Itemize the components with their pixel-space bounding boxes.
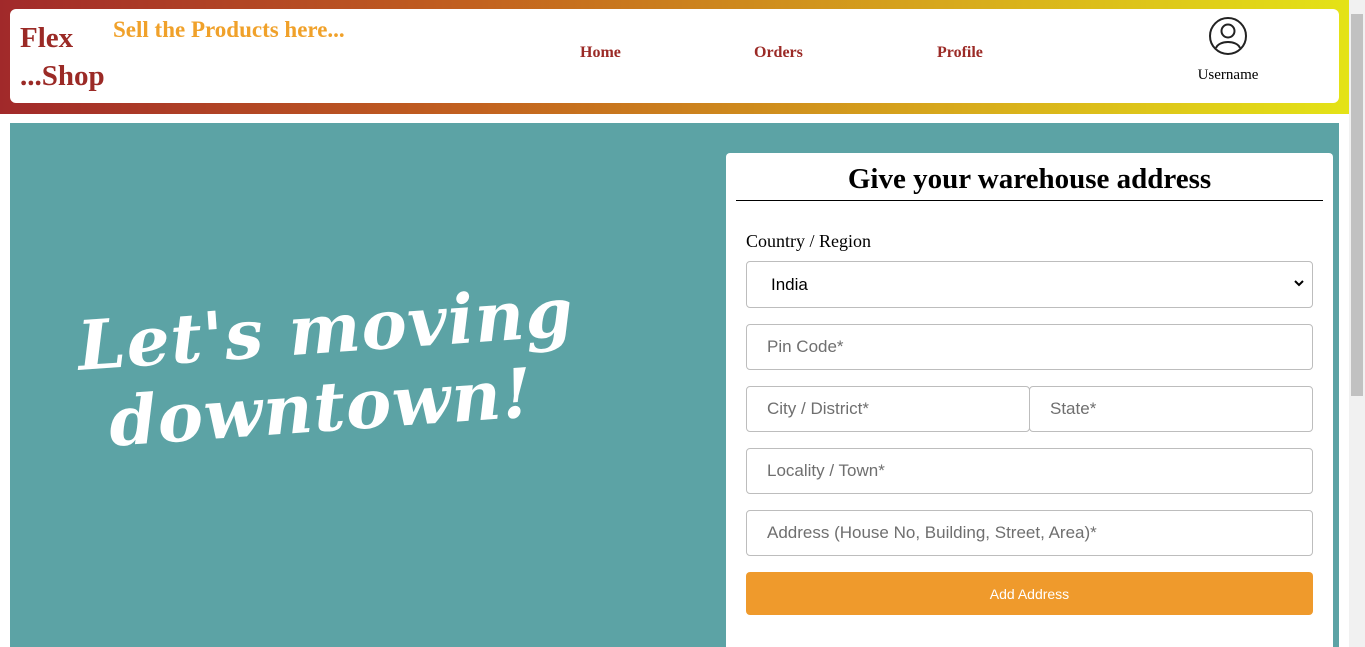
pin-code-input[interactable]: [746, 324, 1313, 370]
brand-logo[interactable]: Flex ...Shop: [20, 19, 105, 95]
address-form-card: Give your warehouse address Country / Re…: [726, 153, 1333, 647]
scrollbar-thumb[interactable]: [1351, 14, 1363, 396]
header-gradient-frame: Flex ...Shop Sell the Products here... H…: [0, 0, 1349, 114]
page-scrollbar[interactable]: [1349, 0, 1365, 647]
state-input[interactable]: [1029, 386, 1313, 432]
tagline: Sell the Products here...: [113, 17, 345, 42]
add-address-button[interactable]: Add Address: [746, 572, 1313, 615]
country-select-value: India: [771, 275, 808, 294]
locality-town-input[interactable]: [746, 448, 1313, 494]
username-label: Username: [1197, 67, 1259, 83]
city-district-input[interactable]: [746, 386, 1030, 432]
form-title: Give your warehouse address: [736, 163, 1323, 201]
nav-orders-link[interactable]: Orders: [754, 44, 803, 62]
address-input[interactable]: [746, 510, 1313, 556]
brand-line-1: Flex: [20, 22, 74, 54]
hero-banner-text: Let's moving downtown!: [75, 272, 582, 463]
header-bar: Flex ...Shop Sell the Products here... H…: [10, 9, 1339, 103]
user-menu[interactable]: Username: [1188, 16, 1268, 84]
user-avatar-icon: [1209, 17, 1247, 55]
chevron-down-icon: [1294, 280, 1304, 287]
country-label: Country / Region: [746, 231, 871, 251]
main-panel: Let's moving downtown! Give your warehou…: [10, 123, 1339, 647]
country-select[interactable]: India: [746, 261, 1313, 308]
nav-profile-link[interactable]: Profile: [937, 44, 983, 62]
brand-line-2: ...Shop: [20, 60, 105, 92]
nav-home-link[interactable]: Home: [580, 44, 621, 62]
